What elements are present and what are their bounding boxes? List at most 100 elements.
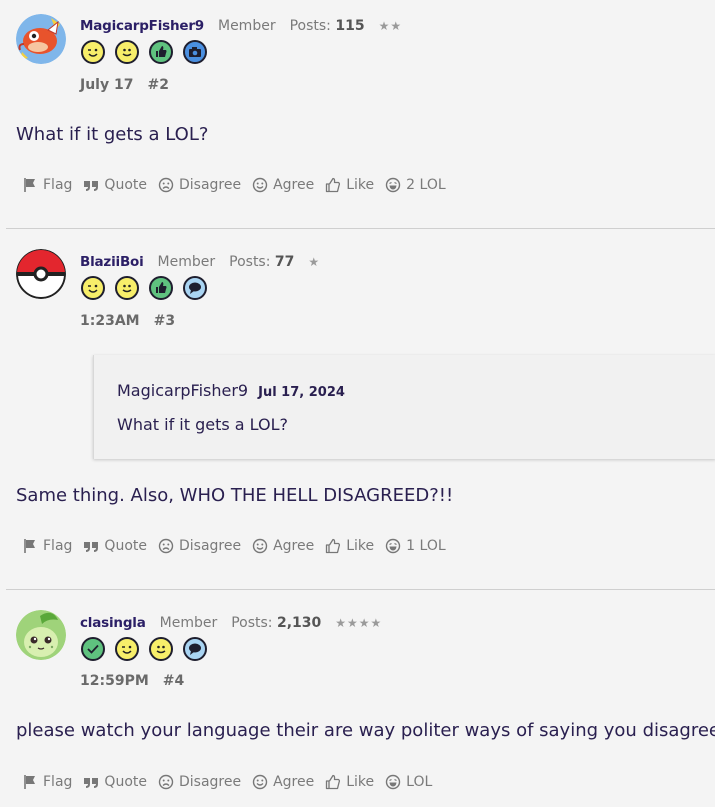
post-body: Same thing. Also, WHO THE HELL DISAGREED… [16, 485, 454, 506]
thumbs-up-badge[interactable] [149, 40, 173, 64]
pokeball-avatar[interactable] [16, 249, 66, 299]
post-number[interactable]: #2 [147, 77, 168, 93]
thumbs-up-icon [326, 538, 341, 554]
posts-label: Posts: [229, 254, 271, 270]
user-role: Member [217, 18, 276, 34]
agree-button[interactable]: Agree [252, 177, 314, 193]
quote-block: MagicarpFisher9 Jul 17, 2024 What if it … [93, 355, 715, 459]
quote-button[interactable]: Quote [83, 177, 147, 193]
thumbs-up-badge[interactable] [149, 276, 173, 300]
lol-button[interactable]: 1 LOL [385, 538, 446, 554]
agree-button[interactable]: Agree [252, 538, 314, 554]
agree-label: Agree [273, 177, 315, 193]
quote-text: What if it gets a LOL? [117, 415, 289, 434]
flag-label: Flag [43, 774, 73, 790]
thumbs-up-icon [326, 177, 341, 193]
posts-label: Posts: [289, 18, 331, 34]
post-date[interactable]: July 17 [80, 77, 133, 93]
username-link[interactable]: MagicarpFisher9 [80, 18, 204, 34]
badge-row [81, 637, 207, 661]
like-label: Like [346, 177, 375, 193]
lol-count: LOL [406, 774, 433, 790]
quote-button[interactable]: Quote [83, 538, 147, 554]
post-divider [6, 228, 715, 229]
agree-button[interactable]: Agree [252, 774, 314, 790]
speech-badge[interactable] [183, 276, 207, 300]
post-number[interactable]: #4 [163, 673, 184, 689]
frown-icon [158, 774, 174, 790]
flag-label: Flag [43, 177, 73, 193]
disagree-button[interactable]: Disagree [158, 538, 241, 554]
flag-button[interactable]: Flag [22, 774, 72, 790]
user-role: Member [159, 615, 218, 631]
rank-stars: ★ [308, 255, 321, 269]
quote-label: Quote [104, 774, 147, 790]
flag-button[interactable]: Flag [22, 538, 72, 554]
check-badge[interactable] [81, 637, 105, 661]
smile-badge[interactable] [115, 40, 139, 64]
post-actions: Flag Quote Disagree Agree Like 2 LOL [22, 177, 457, 193]
rank-stars: ★★★★ [335, 616, 383, 630]
post-divider [6, 589, 715, 590]
quote-label: Quote [104, 538, 147, 554]
flag-label: Flag [43, 538, 73, 554]
smile-icon [252, 177, 268, 193]
lol-button[interactable]: LOL [385, 774, 432, 790]
disagree-button[interactable]: Disagree [158, 177, 241, 193]
smile-badge[interactable] [149, 637, 173, 661]
post-date[interactable]: 1:23AM [80, 313, 140, 329]
camera-badge[interactable] [183, 40, 207, 64]
like-button[interactable]: Like [325, 177, 374, 193]
laugh-icon [385, 538, 401, 554]
thumbs-up-icon [326, 774, 341, 790]
flag-icon [24, 178, 35, 192]
quote-icon [84, 778, 99, 788]
flag-icon [24, 775, 35, 789]
disagree-label: Disagree [178, 538, 242, 554]
frown-icon [158, 538, 174, 554]
frown-icon [158, 177, 174, 193]
post-meta: BlaziiBoi Member Posts: 77 ★ [80, 252, 320, 272]
quote-header: MagicarpFisher9 Jul 17, 2024 [117, 381, 345, 400]
lol-count: 2 LOL [406, 177, 446, 193]
lol-count: 1 LOL [406, 538, 446, 554]
disagree-button[interactable]: Disagree [158, 774, 241, 790]
disagree-label: Disagree [178, 774, 242, 790]
quote-button[interactable]: Quote [83, 774, 147, 790]
post-actions: Flag Quote Disagree Agree Like 1 LOL [22, 538, 457, 554]
laugh-icon [385, 177, 401, 193]
user-role: Member [157, 254, 216, 270]
posts-count-value: 77 [274, 254, 295, 270]
agree-label: Agree [273, 538, 315, 554]
smile-icon [252, 774, 268, 790]
disagree-label: Disagree [178, 177, 242, 193]
post-datebar: 1:23AM #3 [80, 313, 175, 329]
chikorita-avatar[interactable] [16, 610, 66, 660]
posts-count-value: 115 [335, 18, 365, 34]
post-number[interactable]: #3 [154, 313, 175, 329]
smile-badge[interactable] [115, 276, 139, 300]
wink-badge[interactable] [81, 276, 105, 300]
post-body: What if it gets a LOL? [16, 124, 209, 145]
flag-button[interactable]: Flag [22, 177, 72, 193]
username-link[interactable]: clasingla [80, 615, 146, 631]
post-date[interactable]: 12:59PM [80, 673, 149, 689]
lol-button[interactable]: 2 LOL [385, 177, 446, 193]
quote-icon [84, 181, 99, 191]
quote-author-link[interactable]: MagicarpFisher9 [117, 381, 248, 400]
post-count: Posts: 77 [229, 254, 294, 270]
username-link[interactable]: BlaziiBoi [80, 254, 144, 270]
speech-badge[interactable] [183, 637, 207, 661]
quote-icon [84, 542, 99, 552]
wink-badge[interactable] [115, 637, 139, 661]
like-button[interactable]: Like [325, 538, 374, 554]
flag-icon [24, 539, 35, 553]
badge-row [81, 40, 207, 64]
like-button[interactable]: Like [325, 774, 374, 790]
like-label: Like [346, 538, 375, 554]
wink-badge[interactable] [81, 40, 105, 64]
magikarp-avatar[interactable] [16, 14, 66, 64]
post-actions: Flag Quote Disagree Agree Like LOL [22, 774, 443, 790]
post-meta: MagicarpFisher9 Member Posts: 115 ★★ [80, 16, 402, 36]
like-label: Like [346, 774, 375, 790]
